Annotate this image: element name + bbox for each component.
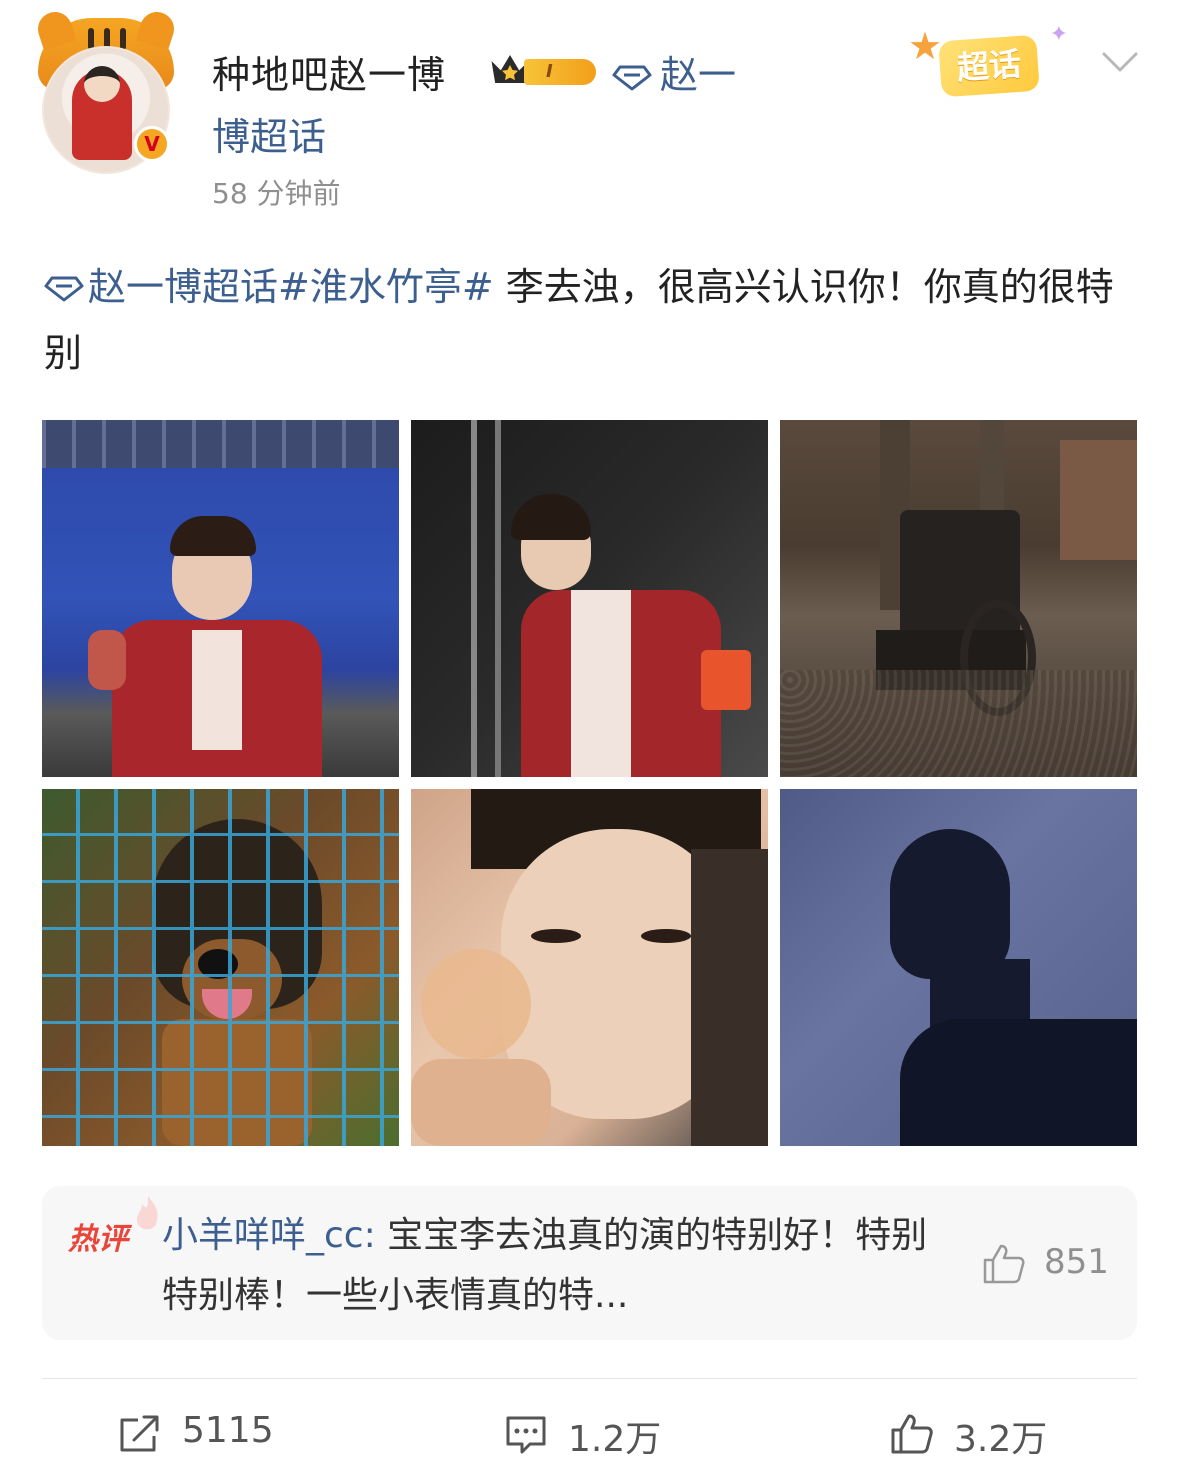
author-avatar[interactable]: V: [32, 7, 182, 174]
hot-comment-text: 小羊咩咩_cc: 宝宝李去浊真的演的特别好！特别特别棒！一些小表情真的特...: [162, 1206, 952, 1326]
image-5[interactable]: [411, 789, 768, 1146]
like-count: 3.2万: [954, 1419, 1048, 1460]
topic-link[interactable]: 赵一博超话: [88, 265, 278, 309]
super-topic-name-1: 赵一: [660, 53, 737, 97]
hot-comment-like-count: 851: [1044, 1242, 1109, 1282]
super-topic-link[interactable]: 赵一: [612, 44, 772, 106]
thumbs-up-icon[interactable]: [982, 1242, 1026, 1286]
chaohua-button[interactable]: ★ 超话 ✦: [908, 22, 1068, 98]
image-3[interactable]: [780, 420, 1137, 777]
comment-icon: [506, 1416, 546, 1454]
hot-comment-label: 热评: [68, 1222, 128, 1257]
chaohua-label: 超话: [938, 34, 1040, 98]
share-button[interactable]: 5115: [118, 1406, 318, 1458]
star-icon: ★: [908, 24, 943, 68]
hot-comment-card[interactable]: 热评 小羊咩咩_cc: 宝宝李去浊真的演的特别好！特别特别棒！一些小表情真的特.…: [42, 1186, 1137, 1340]
level-number: I: [524, 59, 596, 85]
image-4[interactable]: [42, 789, 399, 1146]
diamond-icon: [44, 276, 84, 302]
diamond-icon: [612, 65, 652, 90]
hashtag-link[interactable]: #淮水竹亭#: [278, 265, 494, 309]
comment-count: 1.2万: [568, 1419, 662, 1460]
post-timestamp: 58 分钟前: [212, 177, 341, 210]
divider: [42, 1378, 1137, 1379]
image-2[interactable]: [411, 420, 768, 777]
image-6[interactable]: [780, 789, 1137, 1146]
super-topic-name-2[interactable]: 博超话: [212, 106, 326, 161]
hot-comment-user[interactable]: 小羊咩咩_cc:: [162, 1215, 376, 1256]
thumbs-up-icon: [891, 1414, 933, 1454]
level-badge: I: [490, 52, 600, 88]
share-count: 5115: [182, 1410, 274, 1451]
image-1[interactable]: [42, 420, 399, 777]
share-icon: [120, 1415, 159, 1452]
verified-badge-icon: V: [134, 126, 170, 162]
post-content: 赵一博超话#淮水竹亭# 李去浊，很高兴认识你！你真的很特别: [44, 254, 1144, 386]
sparkle-icon: ✦: [1049, 22, 1068, 47]
flame-icon: [136, 1196, 158, 1230]
image-grid: [42, 420, 1137, 1146]
comment-button[interactable]: 1.2万: [504, 1406, 704, 1460]
author-name[interactable]: 种地吧赵一博: [212, 44, 446, 99]
like-button[interactable]: 3.2万: [890, 1406, 1090, 1460]
chevron-down-icon[interactable]: [1100, 46, 1140, 76]
